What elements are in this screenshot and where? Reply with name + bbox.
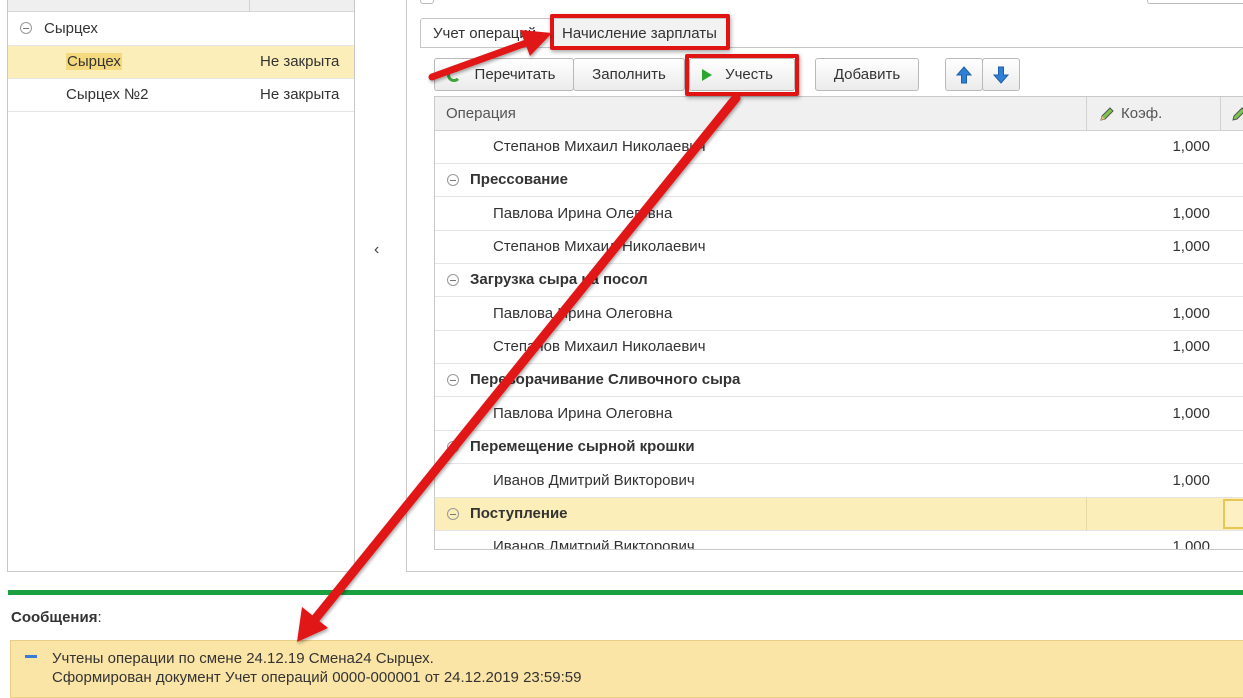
selected-cell[interactable] bbox=[1223, 499, 1243, 529]
row-label: Павлова Ирина Олеговна bbox=[493, 405, 673, 422]
top-stub-button[interactable] bbox=[1147, 0, 1243, 4]
tree-group-label: Сырцех bbox=[44, 20, 98, 37]
column-separator bbox=[1086, 97, 1087, 131]
messages-divider bbox=[8, 590, 1243, 595]
annotation-box-post-button bbox=[685, 54, 799, 96]
row-label: Перемещение сырной крошки bbox=[470, 438, 695, 455]
table-row[interactable]: Степанов Михаил Николаевич 1,000 bbox=[435, 131, 1243, 164]
table-row[interactable]: Иванов Дмитрий Викторович 1,000 bbox=[435, 465, 1243, 498]
tree-item-row[interactable]: Сырцех №2 Не закрыта bbox=[8, 79, 354, 112]
messages-title-text: Сообщения bbox=[11, 609, 98, 626]
table-group-row[interactable]: Загрузка сыра на посол bbox=[435, 264, 1243, 297]
row-label: Степанов Михаил Николаевич bbox=[493, 338, 706, 355]
table-row[interactable]: Иванов Дмитрий Викторович 1,000 bbox=[435, 531, 1243, 550]
table-group-row[interactable]: Поступление bbox=[435, 498, 1243, 531]
table-row[interactable]: Степанов Михаил Николаевич 1,000 bbox=[435, 231, 1243, 264]
messages-title: Сообщения: bbox=[11, 609, 102, 626]
left-header-separator bbox=[249, 0, 250, 12]
fill-button[interactable]: Заполнить bbox=[573, 58, 685, 91]
move-up-button[interactable] bbox=[945, 58, 983, 91]
move-down-button[interactable] bbox=[982, 58, 1020, 91]
row-coef: 1,000 bbox=[1172, 472, 1210, 489]
row-coef: 1,000 bbox=[1172, 238, 1210, 255]
left-tree-panel: Сырцех Сырцех Не закрыта Сырцех №2 Не за… bbox=[7, 0, 355, 572]
operations-table[interactable]: Операция Коэф. Степанов Михаил Николаеви… bbox=[434, 96, 1243, 550]
table-header: Операция Коэф. bbox=[435, 97, 1243, 131]
message-box[interactable]: Учтены операции по смене 24.12.19 Смена2… bbox=[10, 640, 1243, 698]
row-label: Прессование bbox=[470, 171, 568, 188]
row-coef: 1,000 bbox=[1172, 405, 1210, 422]
message-line: Сформирован документ Учет операций 0000-… bbox=[52, 669, 582, 686]
tree-item-name: Сырцех №2 bbox=[66, 86, 149, 103]
table-row[interactable]: Павлова Ирина Олеговна 1,000 bbox=[435, 198, 1243, 231]
annotation-box-salary-tab bbox=[550, 14, 730, 50]
collapse-message-icon[interactable] bbox=[25, 655, 37, 658]
tree-item-status: Не закрыта bbox=[260, 86, 340, 103]
collapse-icon[interactable] bbox=[447, 274, 459, 286]
cell-separator bbox=[1086, 498, 1087, 530]
tree-group-row[interactable]: Сырцех bbox=[8, 13, 354, 46]
table-group-row[interactable]: Перемещение сырной крошки bbox=[435, 431, 1243, 464]
reread-button-label: Перечитать bbox=[474, 66, 556, 83]
row-label: Иванов Дмитрий Викторович bbox=[493, 472, 695, 489]
row-label: Переворачивание Сливочного сыра bbox=[470, 371, 741, 388]
tab-label: Учет операций bbox=[433, 25, 537, 42]
row-label: Степанов Михаил Николаевич bbox=[493, 238, 706, 255]
fill-button-label: Заполнить bbox=[592, 66, 666, 83]
collapse-icon[interactable] bbox=[447, 374, 459, 386]
add-button-label: Добавить bbox=[833, 66, 901, 83]
arrow-up-icon bbox=[955, 66, 973, 84]
column-separator bbox=[1220, 97, 1221, 131]
row-label: Степанов Михаил Николаевич bbox=[493, 138, 706, 155]
collapse-icon[interactable] bbox=[447, 441, 459, 453]
row-label: Иванов Дмитрий Викторович bbox=[493, 538, 695, 550]
collapse-icon[interactable] bbox=[447, 174, 459, 186]
add-button[interactable]: Добавить bbox=[815, 58, 919, 91]
table-row[interactable]: Павлова Ирина Олеговна 1,000 bbox=[435, 398, 1243, 431]
arrow-down-icon bbox=[992, 66, 1010, 84]
table-row[interactable]: Павлова Ирина Олеговна 1,000 bbox=[435, 298, 1243, 331]
row-label: Павлова Ирина Олеговна bbox=[493, 305, 673, 322]
row-coef: 1,000 bbox=[1172, 538, 1210, 550]
pencil-icon bbox=[1232, 107, 1243, 121]
collapse-panel-chevron-icon[interactable]: ‹ bbox=[374, 241, 379, 259]
table-group-row[interactable]: Прессование bbox=[435, 164, 1243, 197]
row-label: Поступление bbox=[470, 505, 568, 522]
tab-operations[interactable]: Учет операций bbox=[420, 18, 551, 48]
message-line: Учтены операции по смене 24.12.19 Смена2… bbox=[52, 650, 434, 667]
left-tree-header bbox=[8, 0, 354, 12]
row-label: Павлова Ирина Олеговна bbox=[493, 205, 673, 222]
refresh-icon bbox=[447, 68, 461, 82]
tree-item-row[interactable]: Сырцех Не закрыта bbox=[8, 46, 354, 79]
row-coef: 1,000 bbox=[1172, 205, 1210, 222]
tab-strip-underline bbox=[420, 47, 1243, 48]
column-header-coef[interactable]: Коэф. bbox=[1121, 105, 1162, 122]
collapse-icon[interactable] bbox=[20, 22, 32, 34]
tree-item-name: Сырцех bbox=[66, 53, 122, 70]
column-header-operation[interactable]: Операция bbox=[446, 105, 516, 122]
pencil-icon bbox=[1100, 107, 1114, 121]
top-stub-button[interactable] bbox=[420, 0, 434, 4]
table-group-row[interactable]: Переворачивание Сливочного сыра bbox=[435, 364, 1243, 397]
reread-button[interactable]: Перечитать bbox=[434, 58, 574, 91]
tree-item-status: Не закрыта bbox=[260, 53, 340, 70]
collapse-icon[interactable] bbox=[447, 508, 459, 520]
row-coef: 1,000 bbox=[1172, 138, 1210, 155]
row-label: Загрузка сыра на посол bbox=[470, 271, 648, 288]
row-coef: 1,000 bbox=[1172, 305, 1210, 322]
row-coef: 1,000 bbox=[1172, 338, 1210, 355]
table-row[interactable]: Степанов Михаил Николаевич 1,000 bbox=[435, 331, 1243, 364]
